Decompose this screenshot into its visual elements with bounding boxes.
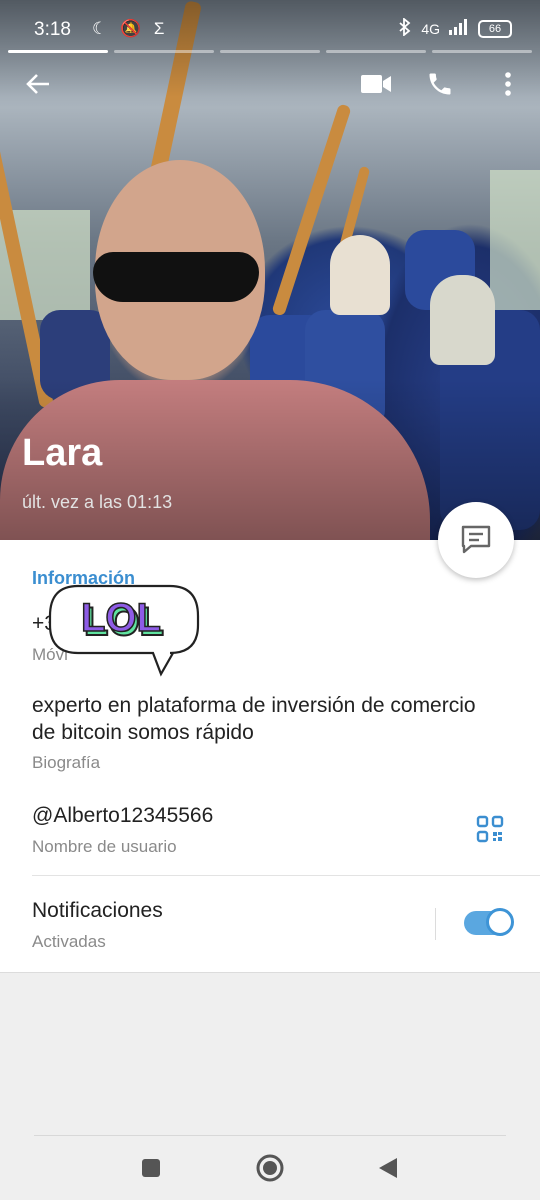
recents-button[interactable] <box>141 1158 161 1183</box>
home-button[interactable] <box>255 1153 285 1188</box>
divider <box>32 875 540 876</box>
sticker-text: LOL <box>81 596 161 640</box>
square-icon <box>142 1159 160 1177</box>
battery-icon: 66 <box>478 19 512 38</box>
notifications-status: Activadas <box>32 932 106 951</box>
story-segment <box>326 50 426 53</box>
video-call-button[interactable] <box>358 66 394 102</box>
more-options-button[interactable] <box>490 66 526 102</box>
qr-code-button[interactable] <box>476 815 504 848</box>
status-right-icons: 4G 66 <box>397 17 512 39</box>
story-segment <box>432 50 532 53</box>
username-label: Nombre de usuario <box>32 837 177 856</box>
arrow-left-icon <box>26 74 49 94</box>
home-circle-icon <box>256 1154 284 1182</box>
profile-name: Lara <box>22 432 103 474</box>
kebab-menu-icon <box>505 72 511 96</box>
chat-bubble-icon <box>461 525 491 554</box>
call-button[interactable] <box>422 66 458 102</box>
story-segment <box>114 50 214 53</box>
username[interactable]: @Alberto12345566 <box>32 804 213 828</box>
status-notification-icons: ☾ 🔕 Σ <box>92 19 169 38</box>
lol-sticker: LOL LOL <box>48 583 200 683</box>
notifications-toggle[interactable] <box>464 908 514 936</box>
signal-icon <box>448 19 470 38</box>
bluetooth-icon <box>397 17 413 39</box>
vertical-separator <box>435 908 436 940</box>
system-nav-bar <box>0 1135 540 1200</box>
story-progress <box>8 50 532 53</box>
last-seen: últ. vez a las 01:13 <box>22 492 173 512</box>
phone-icon <box>429 73 451 95</box>
status-bar: 3:18 ☾ 🔕 Σ 4G 66 <box>0 14 540 44</box>
nav-divider <box>34 1135 506 1136</box>
notifications-title[interactable]: Notificaciones <box>32 899 163 923</box>
back-button[interactable] <box>20 66 56 102</box>
video-camera-icon <box>361 75 391 93</box>
story-segment <box>220 50 320 53</box>
network-type: 4G <box>421 20 440 37</box>
triangle-back-icon <box>379 1158 397 1178</box>
message-button[interactable] <box>438 502 514 578</box>
back-nav-button[interactable] <box>377 1156 399 1185</box>
toggle-knob <box>486 908 514 936</box>
bio-line-2: de bitcoin somos rápido <box>32 721 254 744</box>
story-segment <box>8 50 108 53</box>
speech-bubble-sticker: LOL LOL <box>48 584 200 677</box>
bio-label: Biografía <box>32 753 101 772</box>
status-time: 3:18 <box>34 19 71 40</box>
bio-line-1: experto en plataforma de inversión de co… <box>32 694 476 717</box>
qr-code-icon <box>476 815 504 843</box>
